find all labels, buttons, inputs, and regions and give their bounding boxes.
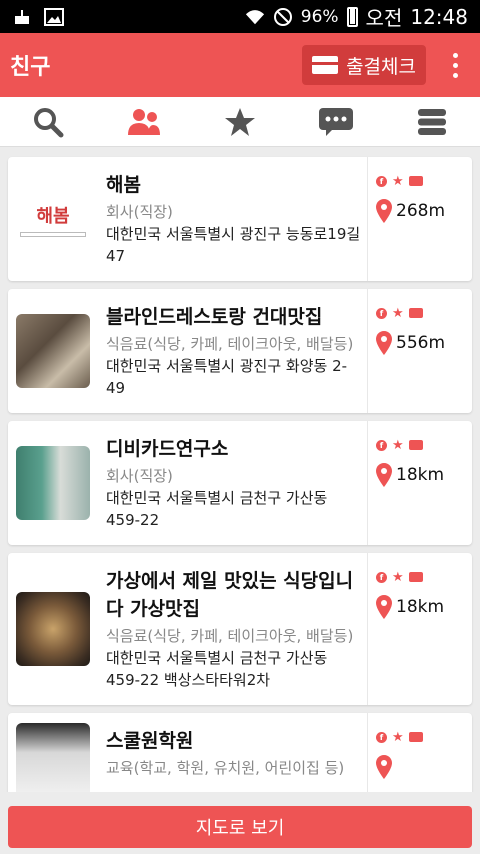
place-distance: 268m <box>396 201 446 221</box>
checkin-label: 출결체크 <box>346 55 416 78</box>
battery-percent: 96% <box>300 6 339 27</box>
place-name: 스쿨원학원 <box>106 730 194 752</box>
star-icon: ★ <box>392 305 404 321</box>
location-pin-icon <box>376 199 392 223</box>
location-pin-icon <box>376 463 392 487</box>
location-pin-icon <box>376 331 392 355</box>
place-category: 식음료(식당, 카페, 테이크아웃, 배달등) <box>106 335 354 353</box>
star-icon: ★ <box>392 437 404 453</box>
chat-icon <box>408 732 423 742</box>
tab-search[interactable] <box>0 97 96 146</box>
place-category: 식음료(식당, 카페, 테이크아웃, 배달등) <box>106 627 354 645</box>
search-icon <box>34 107 64 137</box>
star-icon: ★ <box>392 569 404 585</box>
list-icon <box>418 108 446 135</box>
list-item[interactable]: 블라인드레스토랑 건대맛집 식음료(식당, 카페, 테이크아웃, 배달등) 대한… <box>8 289 472 413</box>
card-icon <box>312 56 339 74</box>
location-pin-icon <box>376 755 392 779</box>
logo-text: 해봄 <box>36 205 70 227</box>
place-category: 교육(학교, 학원, 유치원, 어린이집 등) <box>106 759 345 777</box>
star-icon <box>225 107 255 136</box>
chat-icon <box>319 107 353 136</box>
facebook-icon: f <box>376 731 387 743</box>
cleaner-icon <box>12 7 32 27</box>
place-name: 해봄 <box>106 174 141 196</box>
place-thumbnail <box>8 289 98 413</box>
list-item[interactable]: 스쿨원학원 교육(학교, 학원, 유치원, 어린이집 등) f ★ <box>8 713 472 792</box>
do-not-disturb-icon <box>273 7 293 27</box>
chat-icon <box>408 572 423 582</box>
battery-icon <box>346 6 358 27</box>
place-name: 블라인드레스토랑 건대맛집 <box>106 306 323 328</box>
place-thumbnail <box>8 553 98 705</box>
location-pin-icon <box>376 595 392 619</box>
place-thumbnail <box>8 421 98 545</box>
tab-messages[interactable] <box>288 97 384 146</box>
star-icon: ★ <box>392 729 404 745</box>
list-item[interactable]: 디비카드연구소 회사(직장) 대한민국 서울특별시 금천구 가산동 459-22… <box>8 421 472 545</box>
facebook-icon: f <box>376 307 387 319</box>
chat-icon <box>408 176 423 186</box>
status-time: 12:48 <box>410 4 468 29</box>
place-thumbnail <box>8 713 98 792</box>
tab-bar <box>0 97 480 147</box>
place-address: 대한민국 서울특별시 광진구 능동로19길 47 <box>106 225 361 265</box>
status-ampm: 오전 <box>365 6 403 30</box>
place-thumbnail: 해봄 <box>8 157 98 281</box>
app-bar: 친구 출결체크 <box>0 33 480 97</box>
star-icon: ★ <box>392 173 404 189</box>
view-map-button[interactable]: 지도로 보기 <box>8 806 472 848</box>
checkin-button[interactable]: 출결체크 <box>302 45 426 85</box>
place-distance: 18km <box>396 597 445 617</box>
facebook-icon: f <box>376 439 387 451</box>
list-item[interactable]: 해봄 해봄 회사(직장) 대한민국 서울특별시 광진구 능동로19길 47 f … <box>8 157 472 281</box>
tab-menu[interactable] <box>384 97 480 146</box>
list-item[interactable]: 가상에서 제일 맛있는 식당입니다 가상맛집 식음료(식당, 카페, 테이크아웃… <box>8 553 472 705</box>
place-list[interactable]: 해봄 해봄 회사(직장) 대한민국 서울특별시 광진구 능동로19길 47 f … <box>0 147 480 792</box>
chat-icon <box>408 308 423 318</box>
place-address: 대한민국 서울특별시 광진구 화양동 2-49 <box>106 357 348 397</box>
place-distance: 556m <box>396 333 446 353</box>
place-distance: 18km <box>396 465 445 485</box>
tab-favorites[interactable] <box>192 97 288 146</box>
overflow-menu-icon[interactable] <box>440 45 470 85</box>
facebook-icon: f <box>376 175 387 187</box>
status-bar: 96% 오전 12:48 <box>0 0 480 33</box>
place-name: 디비카드연구소 <box>106 438 229 460</box>
chat-icon <box>408 440 423 450</box>
place-address: 대한민국 서울특별시 금천구 가산동 459-22 <box>106 489 328 529</box>
place-address: 대한민국 서울특별시 금천구 가산동 459-22 백상스타타워2차 <box>106 649 328 689</box>
place-category: 회사(직장) <box>106 203 173 221</box>
image-icon <box>44 7 64 27</box>
people-icon <box>128 108 160 135</box>
tab-friends[interactable] <box>96 97 192 146</box>
page-title: 친구 <box>10 55 51 80</box>
place-name: 가상에서 제일 맛있는 식당입니다 가상맛집 <box>106 570 354 620</box>
facebook-icon: f <box>376 571 387 583</box>
place-category: 회사(직장) <box>106 467 173 485</box>
wifi-icon <box>245 7 265 27</box>
